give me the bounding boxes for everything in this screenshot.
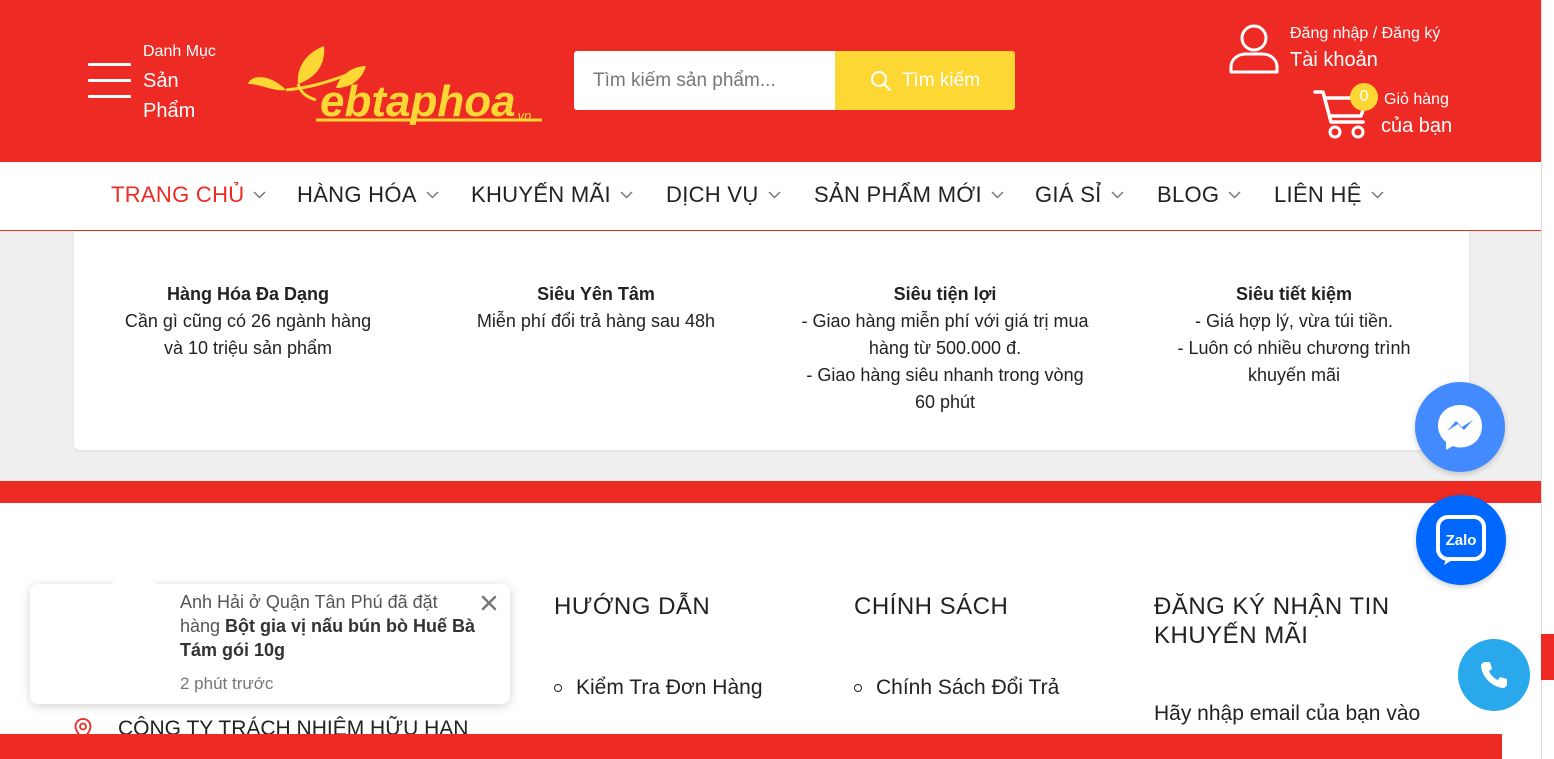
- feature-line: và 10 triệu sản phẩm: [163, 338, 333, 358]
- messenger-icon: [1438, 405, 1482, 450]
- search-input[interactable]: [574, 51, 836, 110]
- footer-link-return-policy[interactable]: Chính Sách Đổi Trả: [854, 676, 1059, 700]
- feature-savings: Siêu tiết kiệm - Giá hợp lý, vừa túi tiề…: [1134, 281, 1454, 389]
- chevron-down-icon: [1228, 191, 1241, 199]
- features-card: Hàng Hóa Đa Dạng Cần gì cũng có 26 ngành…: [74, 231, 1469, 450]
- feature-line: - Giao hàng siêu nhanh trong vòng: [806, 365, 1084, 385]
- nav-item-label: DỊCH VỤ: [666, 182, 759, 207]
- login-register-link[interactable]: Đăng nhập / Đăng ký: [1290, 25, 1440, 43]
- cart-count-badge: 0: [1350, 83, 1378, 111]
- menu-hamburger-icon[interactable]: [88, 63, 131, 98]
- feature-line: khuyến mãi: [1247, 365, 1341, 385]
- footer-guide-title: HƯỚNG DẪN: [554, 593, 711, 620]
- nav-item-wholesale[interactable]: GIÁ SỈ: [1035, 182, 1124, 208]
- feature-peace-of-mind: Siêu Yên Tâm Miễn phí đổi trả hàng sau 4…: [436, 281, 756, 335]
- nav-item-products[interactable]: HÀNG HÓA: [297, 182, 439, 208]
- toast-message: Anh Hải ở Quận Tân Phú đã đặt hàng Bột g…: [180, 590, 480, 662]
- cart-small-label[interactable]: Giỏ hàng: [1384, 91, 1449, 109]
- chevron-down-icon: [1111, 191, 1124, 199]
- chevron-down-icon: [620, 191, 633, 199]
- scrollbar-marker[interactable]: [1541, 634, 1554, 680]
- chevron-down-icon: [426, 191, 439, 199]
- bottom-red-band: [0, 734, 1502, 759]
- feature-line: Cần gì cũng có 26 ngành hàng: [124, 311, 372, 331]
- toast-product[interactable]: Bột gia vị nấu bún bò Huế Bà Tám gói 10g: [180, 616, 475, 660]
- close-icon[interactable]: [478, 592, 500, 614]
- nav-item-home[interactable]: TRANG CHỦ: [111, 182, 267, 208]
- footer-link-label: Chính Sách Đổi Trả: [876, 676, 1060, 699]
- account-label[interactable]: Tài khoản: [1290, 49, 1378, 72]
- messenger-button[interactable]: [1415, 382, 1505, 472]
- category-menu-small-label[interactable]: Danh Mục: [143, 43, 216, 61]
- zalo-button[interactable]: Zalo: [1416, 495, 1506, 585]
- bullet-icon: [554, 684, 562, 692]
- search-button[interactable]: Tìm kiếm: [835, 51, 1015, 110]
- bullet-icon: [854, 684, 862, 692]
- nav-item-services[interactable]: DỊCH VỤ: [666, 182, 781, 208]
- feature-title: Siêu tiện lợi: [893, 284, 997, 304]
- site-logo[interactable]: ebtaphoa .vn: [246, 44, 548, 126]
- feature-title: Siêu Yên Tâm: [537, 284, 655, 304]
- main-nav: TRANG CHỦ HÀNG HÓA KHUYẾN MÃI DỊCH VỤ SẢ…: [0, 162, 1541, 231]
- feature-title: Hàng Hóa Đa Dạng: [166, 284, 330, 304]
- chevron-down-icon: [1371, 191, 1384, 199]
- search-button-label: Tìm kiếm: [901, 69, 981, 91]
- feature-line: 60 phút: [914, 392, 976, 412]
- nav-item-blog[interactable]: BLOG: [1157, 182, 1241, 208]
- chevron-down-icon: [991, 191, 1004, 199]
- zalo-icon: Zalo: [1436, 515, 1486, 565]
- nav-item-label: LIÊN HỆ: [1274, 182, 1362, 207]
- chevron-down-icon: [768, 191, 781, 199]
- site-header: Danh Mục Sản Phẩm ebtaphoa .vn Tìm kiếm …: [0, 0, 1541, 162]
- feature-convenience: Siêu tiện lợi - Giao hàng miễn phí với g…: [785, 281, 1105, 416]
- search-icon: [870, 70, 891, 91]
- footer-divider-band: [0, 481, 1541, 503]
- feature-line: - Luôn có nhiều chương trình: [1177, 338, 1411, 358]
- nav-item-label: SẢN PHẨM MỚI: [814, 182, 982, 207]
- footer-policy-title: CHÍNH SÁCH: [854, 593, 1009, 620]
- svg-text:Zalo: Zalo: [1446, 532, 1477, 549]
- nav-item-label: HÀNG HÓA: [297, 182, 417, 207]
- phone-call-button[interactable]: [1458, 639, 1530, 711]
- nav-item-label: KHUYẾN MÃI: [471, 182, 611, 207]
- nav-item-promotions[interactable]: KHUYẾN MÃI: [471, 182, 633, 208]
- nav-item-label: BLOG: [1157, 182, 1220, 207]
- user-icon[interactable]: [1228, 23, 1280, 75]
- footer-link-label: Kiểm Tra Đơn Hàng: [576, 676, 763, 699]
- nav-item-label: TRANG CHỦ: [111, 182, 245, 207]
- nav-item-label: GIÁ SỈ: [1035, 182, 1102, 207]
- feature-line: - Giá hợp lý, vừa túi tiền.: [1195, 311, 1393, 331]
- footer-subscribe-title-line2: KHUYẾN MÃI: [1154, 622, 1309, 649]
- phone-icon: [1481, 662, 1507, 688]
- footer-subscribe-title-line1: ĐĂNG KÝ NHẬN TIN: [1154, 593, 1390, 620]
- order-notification-toast: Anh Hải ở Quận Tân Phú đã đặt hàng Bột g…: [30, 576, 510, 704]
- cart-big-label[interactable]: của bạn: [1381, 115, 1452, 138]
- toast-time: 2 phút trước: [180, 674, 274, 693]
- footer-link-order-tracking[interactable]: Kiểm Tra Đơn Hàng: [554, 676, 763, 700]
- svg-text:.vn: .vn: [514, 108, 531, 123]
- nav-item-new-products[interactable]: SẢN PHẨM MỚI: [814, 182, 1004, 208]
- feature-variety: Hàng Hóa Đa Dạng Cần gì cũng có 26 ngành…: [88, 281, 408, 362]
- feature-line: - Giao hàng miễn phí với giá trị mua: [801, 311, 1089, 331]
- nav-item-contact[interactable]: LIÊN HỆ: [1274, 182, 1384, 208]
- feature-line: hàng từ 500.000 đ.: [868, 338, 1022, 358]
- chevron-down-icon: [253, 191, 267, 199]
- feature-line: Miễn phí đổi trả hàng sau 48h: [476, 311, 716, 331]
- footer-subscribe-text: Hãy nhập email của bạn vào: [1154, 702, 1421, 725]
- feature-title: Siêu tiết kiệm: [1235, 284, 1353, 304]
- category-menu-big-label[interactable]: Sản Phẩm: [143, 66, 223, 126]
